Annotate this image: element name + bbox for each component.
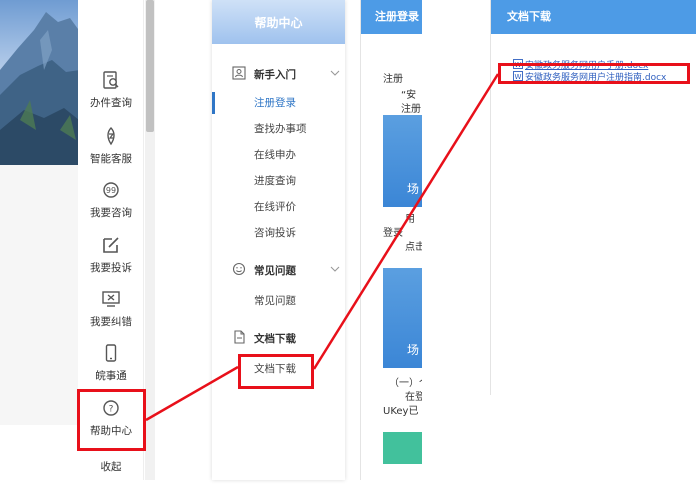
svc-label: 我要咨询 [90,207,132,219]
doc-link-registration-guide[interactable]: W 安徽政务服务网用户注册指南.docx [513,70,667,83]
monitor-x-icon [102,291,120,307]
help-icon: ? [103,400,119,416]
svc-label: 皖事通 [95,370,127,382]
group-label: 文档下载 [254,332,296,345]
phone-icon [105,344,117,362]
svc-item-help-center[interactable]: ? 帮助中心 [78,398,144,450]
edit-icon [103,237,119,253]
reg-text: 注册 [383,74,403,85]
page-gap [422,0,490,480]
doc-download-panel: 文档下载 W 安徽政务服务网用户手册.docx W 安徽政务服务网用户注册指南.… [490,0,696,395]
svg-text:W: W [515,73,522,81]
page-background [0,165,78,425]
guide-image-label: 场 [407,343,420,357]
help-item-consult-complain[interactable]: 咨询投诉 [212,222,345,244]
svc-item-complain[interactable]: 我要投诉 [78,235,144,287]
svc-label: 我要投诉 [90,262,132,274]
doc-download-title: 文档下载 [491,0,696,34]
scroll-thumb[interactable] [146,0,154,132]
help-center-panel: 帮助中心 新手入门 注册登录 查找办事项 在线申办 进度查询 在线评价 咨询投诉… [212,0,345,480]
help-center-title: 帮助中心 [212,0,345,44]
reg-text: UKey已 [383,406,419,417]
reg-text: 用 [405,214,415,225]
help-item-doc-download[interactable]: 文档下载 [212,358,345,380]
group-label: 新手入门 [254,68,296,81]
group-faq[interactable]: 常见问题 [212,258,345,282]
chevron-down-icon [330,266,340,272]
svc-item-correct[interactable]: 我要纠错 [78,289,144,341]
word-doc-icon: W [513,59,523,69]
help-item-online-review[interactable]: 在线评价 [212,196,345,218]
svc-label: 办件查询 [90,97,132,109]
reg-text: 点击 [405,242,422,253]
group-doc-download[interactable]: 文档下载 [212,326,345,350]
word-doc-icon: W [513,71,523,81]
reg-text: （一）个 [389,378,422,389]
help-item-progress-query[interactable]: 进度查询 [212,170,345,192]
guide-image: 场 [383,268,422,368]
reg-text: 在登 [405,392,422,403]
svc-item-smart-service[interactable]: 智能客服 [78,126,144,178]
help-item-register-login[interactable]: 注册登录 [212,92,345,114]
help-item-find-service[interactable]: 查找办事项 [212,118,345,140]
person-card-icon [232,66,246,80]
smile-icon [232,262,246,276]
service-sidebar: 办件查询 智能客服 99 我要咨询 我要投诉 我要纠错 皖事通 ? 帮助中心 收… [78,0,144,480]
document-icon [234,330,245,344]
svc-label: 收起 [100,460,122,473]
doc-link-user-manual[interactable]: W 安徽政务服务网用户手册.docx [513,58,648,71]
svc-item-consult[interactable]: 99 我要咨询 [78,180,144,232]
reg-text: 登录 [383,228,403,239]
collapse-button[interactable]: 收起 [78,455,144,477]
chevron-down-icon [330,70,340,76]
help-item-faq[interactable]: 常见问题 [212,290,345,312]
search-doc-icon [103,71,119,89]
svg-text:?: ? [109,405,114,415]
svc-item-wanshitong[interactable]: 皖事通 [78,343,144,395]
reg-text: 注册 [401,104,421,115]
doc-link-label: 安徽政务服务网用户注册指南.docx [525,72,667,83]
register-login-title: 注册登录 [361,0,422,34]
guide-image-label: 场 [407,182,420,196]
svc-label: 我要纠错 [90,316,132,328]
guide-image [383,432,422,464]
svg-text:W: W [515,61,522,69]
help-item-apply-online[interactable]: 在线申办 [212,144,345,166]
robot-icon [107,127,115,146]
svg-text:99: 99 [106,186,116,195]
svc-label: 智能客服 [90,153,132,165]
chat-icon: 99 [103,182,119,198]
svc-item-case-query[interactable]: 办件查询 [78,70,144,122]
group-beginner[interactable]: 新手入门 [212,62,345,86]
reg-text: “安 [401,90,417,101]
guide-image: 场 [383,115,422,207]
page-scrollbar[interactable] [145,0,155,480]
group-label: 常见问题 [254,264,296,277]
register-login-panel: 注册登录 注册 “安 注册 场 用 登录 点击 场 （一）个 在登 UKey已 [360,0,422,480]
svc-label: 帮助中心 [90,425,132,437]
